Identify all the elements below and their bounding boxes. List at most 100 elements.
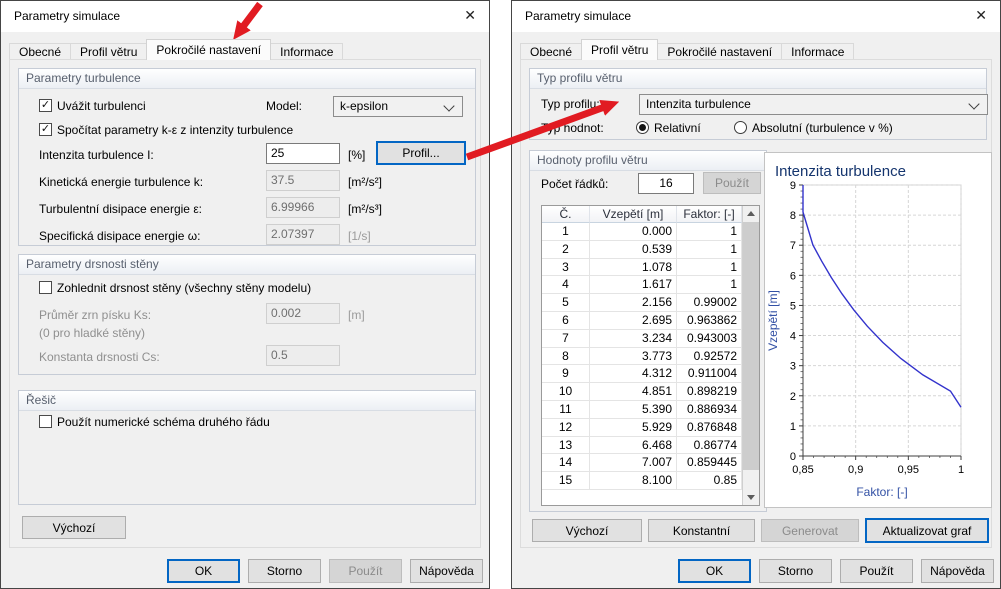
table-cell[interactable]: 3	[542, 258, 590, 277]
row-count-input[interactable]: 16	[638, 173, 694, 194]
table-cell[interactable]: 0.86774	[677, 436, 742, 455]
profile-button[interactable]: Profil...	[376, 141, 466, 165]
radio-absolute[interactable]	[734, 121, 747, 134]
titlebar[interactable]: Parametry simulace ✕	[512, 1, 1000, 32]
table-cell[interactable]: 15	[542, 472, 590, 490]
checkbox-compute-ke[interactable]: ✓	[39, 123, 52, 136]
table-cell[interactable]: 0.876848	[677, 418, 742, 437]
table-cell[interactable]: 0.898219	[677, 383, 742, 401]
table-scrollbar[interactable]	[742, 206, 759, 505]
tab-obecné[interactable]: Obecné	[9, 43, 72, 60]
close-icon[interactable]: ✕	[975, 7, 987, 24]
table-cell[interactable]: 14	[542, 454, 590, 473]
tab-pokročilé-nastavení[interactable]: Pokročilé nastavení	[657, 43, 783, 60]
checkbox-second-order[interactable]	[39, 415, 52, 428]
table-cell[interactable]: 8.100	[590, 472, 677, 490]
table-cell[interactable]: 1	[677, 223, 742, 241]
table-row[interactable]: 11 5.390 0.886934	[542, 400, 742, 419]
table-cell[interactable]: 1	[677, 276, 742, 295]
tab-informace[interactable]: Informace	[270, 43, 344, 60]
radio-relative[interactable]	[636, 121, 649, 134]
table-cell[interactable]: 7	[542, 329, 590, 348]
table-cell[interactable]: 11	[542, 400, 590, 419]
tab-obecné[interactable]: Obecné	[520, 43, 583, 60]
table-cell[interactable]: 0.886934	[677, 400, 742, 419]
table-cell[interactable]: 2.156	[590, 294, 677, 312]
tab-pokročilé-nastavení[interactable]: Pokročilé nastavení	[146, 39, 272, 60]
ok-button[interactable]: OK	[167, 559, 240, 583]
scrollbar-thumb[interactable]	[743, 222, 759, 470]
table-cell[interactable]: 12	[542, 418, 590, 437]
table-cell[interactable]: 1.617	[590, 276, 677, 295]
checkbox-consider-turbulence[interactable]: ✓	[39, 99, 52, 112]
table-row[interactable]: 12 5.929 0.876848	[542, 418, 742, 437]
model-combobox[interactable]: k-epsilon	[333, 96, 463, 117]
table-cell[interactable]: 1	[677, 240, 742, 259]
default-button[interactable]: Výchozí	[532, 519, 642, 542]
table-cell[interactable]: 1	[677, 258, 742, 277]
table-cell[interactable]: 7.007	[590, 454, 677, 473]
cancel-button[interactable]: Storno	[759, 559, 832, 583]
table-row[interactable]: 7 3.234 0.943003	[542, 329, 742, 348]
table-cell[interactable]: 0.92572	[677, 347, 742, 366]
table-cell[interactable]: 0.539	[590, 240, 677, 259]
table-cell[interactable]: 0.000	[590, 223, 677, 241]
table-row[interactable]: 14 7.007 0.859445	[542, 454, 742, 473]
default-button[interactable]: Výchozí	[22, 516, 126, 539]
table-row[interactable]: 10 4.851 0.898219	[542, 383, 742, 401]
table-cell[interactable]: 5.929	[590, 418, 677, 437]
tab-profil-větru[interactable]: Profil větru	[581, 39, 659, 60]
table-cell[interactable]: 0.963862	[677, 311, 742, 330]
column-header[interactable]: Faktor: [-]	[677, 206, 742, 223]
table-row[interactable]: 9 4.312 0.911004	[542, 365, 742, 384]
table-cell[interactable]: 2	[542, 240, 590, 259]
table-row[interactable]: 2 0.539 1	[542, 240, 742, 259]
update-chart-button[interactable]: Aktualizovat graf	[865, 518, 989, 543]
table-row[interactable]: 8 3.773 0.92572	[542, 347, 742, 366]
table-cell[interactable]: 6	[542, 311, 590, 330]
table-cell[interactable]: 0.85	[677, 472, 742, 490]
ok-button[interactable]: OK	[678, 559, 751, 583]
table-row[interactable]: 13 6.468 0.86774	[542, 436, 742, 455]
scroll-down-icon[interactable]	[743, 489, 759, 505]
profile-type-combobox[interactable]: Intenzita turbulence	[639, 94, 988, 115]
column-header[interactable]: Vzepětí [m]	[590, 206, 677, 223]
help-button[interactable]: Nápověda	[410, 559, 483, 583]
close-icon[interactable]: ✕	[464, 7, 476, 24]
table-row[interactable]: 4 1.617 1	[542, 276, 742, 295]
table-cell[interactable]: 0.911004	[677, 365, 742, 384]
table-cell[interactable]: 6.468	[590, 436, 677, 455]
intensity-input[interactable]: 25	[266, 143, 340, 164]
table-row[interactable]: 5 2.156 0.99002	[542, 294, 742, 312]
table-row[interactable]: 1 0.000 1	[542, 223, 742, 241]
scroll-up-icon[interactable]	[743, 206, 759, 222]
table-cell[interactable]: 4	[542, 276, 590, 295]
table-cell[interactable]: 3.234	[590, 329, 677, 348]
table-row[interactable]: 6 2.695 0.963862	[542, 311, 742, 330]
tab-informace[interactable]: Informace	[781, 43, 855, 60]
table-cell[interactable]: 4.312	[590, 365, 677, 384]
table-cell[interactable]: 0.859445	[677, 454, 742, 473]
table-cell[interactable]: 0.943003	[677, 329, 742, 348]
table-cell[interactable]: 2.695	[590, 311, 677, 330]
table-row[interactable]: 3 1.078 1	[542, 258, 742, 277]
table-cell[interactable]: 3.773	[590, 347, 677, 366]
table-cell[interactable]: 9	[542, 365, 590, 384]
table-cell[interactable]: 1.078	[590, 258, 677, 277]
table-cell[interactable]: 0.99002	[677, 294, 742, 312]
table-row[interactable]: 15 8.100 0.85	[542, 472, 742, 490]
help-button[interactable]: Nápověda	[921, 559, 994, 583]
cancel-button[interactable]: Storno	[248, 559, 321, 583]
table-cell[interactable]: 8	[542, 347, 590, 366]
table-cell[interactable]: 5.390	[590, 400, 677, 419]
column-header[interactable]: Č.	[542, 206, 590, 223]
constant-button[interactable]: Konstantní	[648, 519, 755, 542]
tab-profil-větru[interactable]: Profil větru	[70, 43, 148, 60]
table-cell[interactable]: 5	[542, 294, 590, 312]
table-cell[interactable]: 1	[542, 223, 590, 241]
apply-button[interactable]: Použít	[840, 559, 913, 583]
table-cell[interactable]: 10	[542, 383, 590, 401]
checkbox-wall-roughness[interactable]	[39, 281, 52, 294]
table-cell[interactable]: 4.851	[590, 383, 677, 401]
table-cell[interactable]: 13	[542, 436, 590, 455]
